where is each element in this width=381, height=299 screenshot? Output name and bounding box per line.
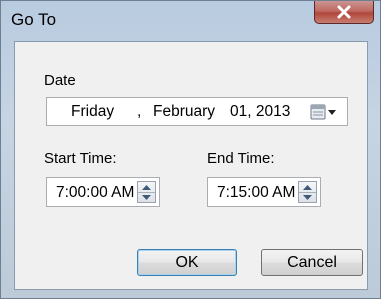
spin-down-icon [303, 194, 312, 200]
spin-down-icon [142, 194, 151, 200]
end-time-spinner[interactable] [298, 181, 317, 203]
start-time-label: Start Time: [44, 150, 117, 167]
start-time-value[interactable]: 7:00:00 AM [56, 184, 134, 202]
date-day-year[interactable]: 01, 2013 [230, 103, 290, 121]
calendar-dropdown-button[interactable] [310, 102, 344, 122]
start-time-spinner[interactable] [137, 181, 156, 203]
end-time-field[interactable]: 7:15:00 AM [207, 177, 321, 207]
calendar-dropdown-icon [310, 104, 336, 120]
start-time-field[interactable]: 7:00:00 AM [46, 177, 160, 207]
end-time-label: End Time: [207, 150, 275, 167]
start-time-decrement-button[interactable] [138, 192, 155, 202]
end-time-value[interactable]: 7:15:00 AM [217, 184, 295, 202]
date-day-of-week[interactable]: Friday [71, 103, 114, 121]
date-separator: , [137, 103, 142, 120]
dialog-body: Date Friday , February 01, 2013 Start Ti… [14, 41, 368, 290]
title-bar[interactable]: Go To [1, 1, 380, 41]
close-button[interactable] [314, 1, 374, 24]
dialog-window: Go To Date Friday , February 01, 2013 St… [0, 0, 381, 299]
date-label: Date [44, 72, 76, 89]
cancel-button[interactable]: Cancel [261, 249, 363, 276]
spin-up-icon [303, 184, 312, 190]
end-time-decrement-button[interactable] [299, 192, 316, 202]
close-icon [337, 5, 351, 19]
window-title: Go To [11, 10, 57, 29]
date-picker[interactable]: Friday , February 01, 2013 [46, 97, 348, 126]
date-month[interactable]: February [153, 103, 215, 121]
spin-up-icon [142, 184, 151, 190]
ok-button[interactable]: OK [137, 249, 237, 276]
